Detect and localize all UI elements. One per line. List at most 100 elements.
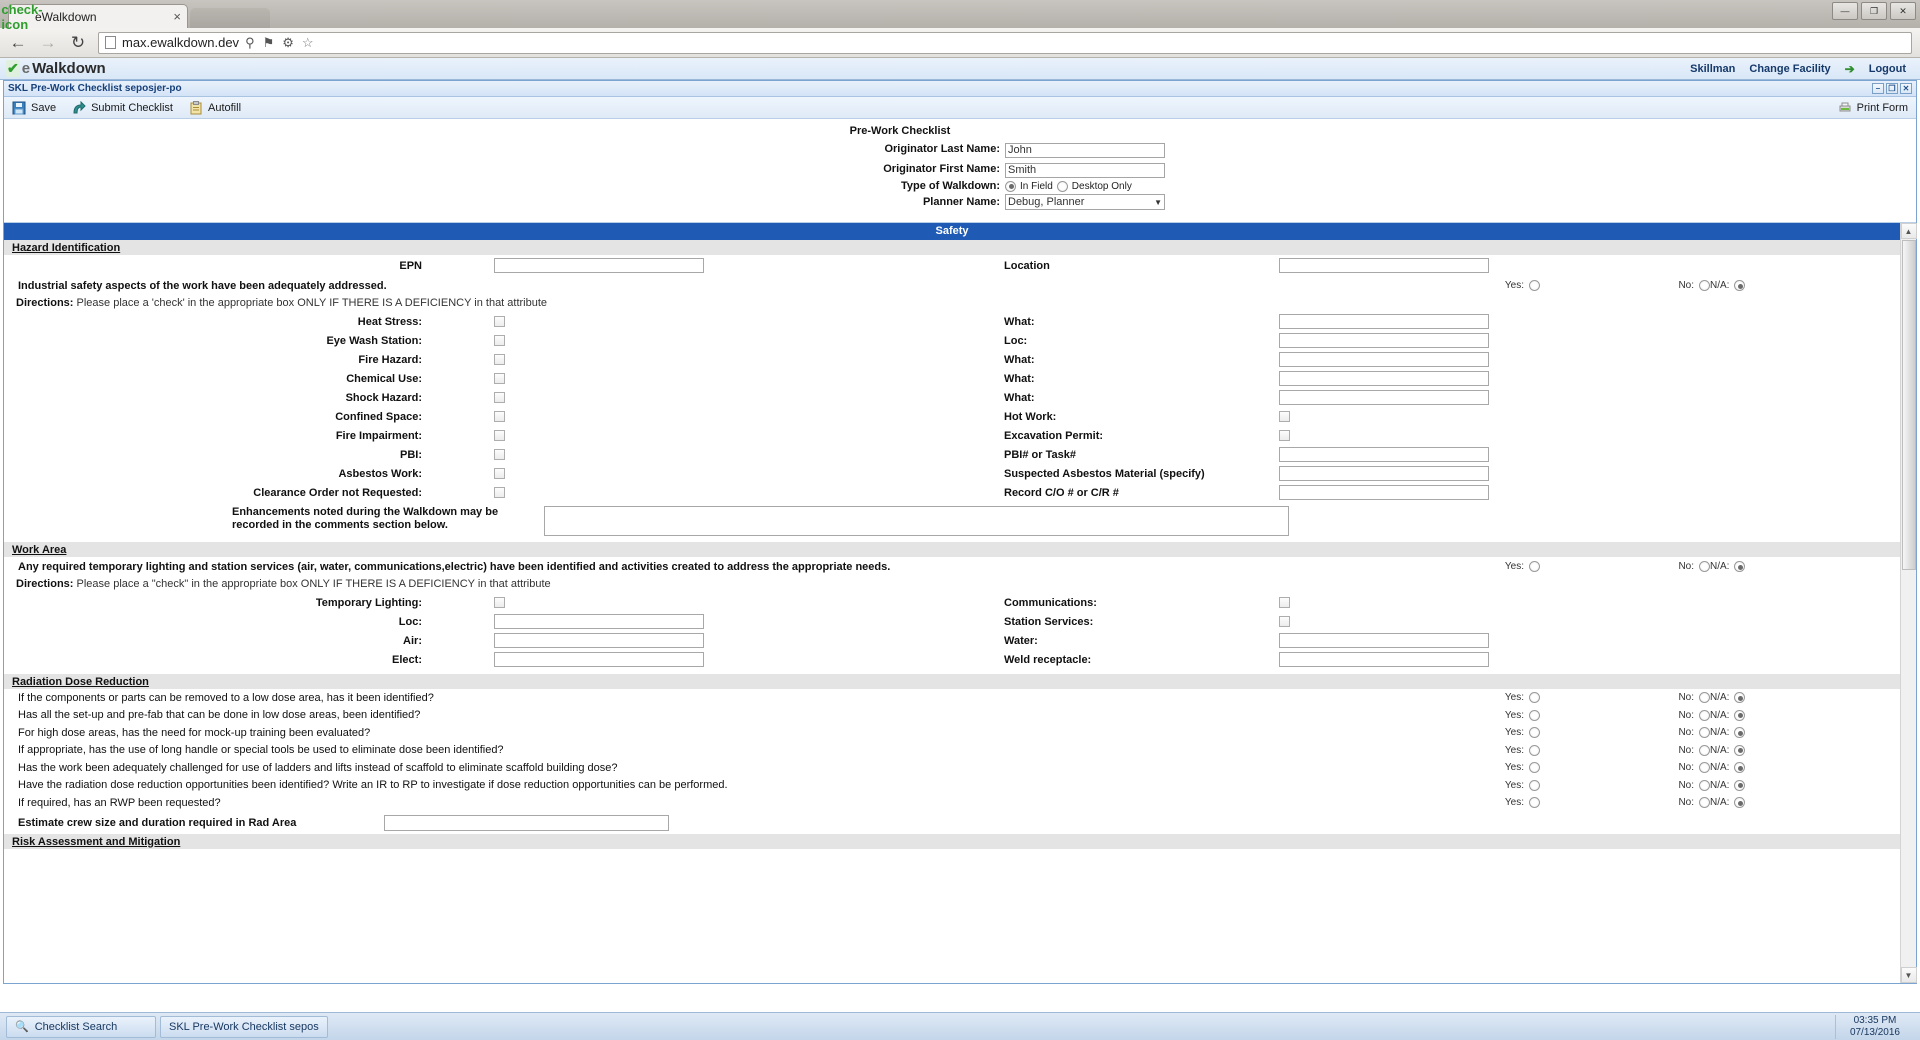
- radio-yes[interactable]: [1529, 709, 1540, 721]
- text-input-right[interactable]: [1279, 352, 1489, 367]
- radio-na[interactable]: [1734, 709, 1745, 721]
- search-icon[interactable]: ⚲: [245, 35, 255, 51]
- change-facility-link[interactable]: Change Facility: [1749, 63, 1830, 75]
- text-input-left[interactable]: [494, 633, 704, 648]
- radio-hazard-na[interactable]: [1734, 280, 1745, 291]
- radio-no[interactable]: [1699, 727, 1710, 739]
- taskbar-item-checklist[interactable]: SKL Pre-Work Checklist sepos: [160, 1015, 328, 1038]
- checkbox-left[interactable]: [494, 449, 505, 461]
- close-icon[interactable]: ✕: [1890, 2, 1916, 20]
- gear-icon[interactable]: ⚙: [282, 35, 294, 51]
- back-icon[interactable]: ←: [8, 33, 28, 53]
- maximize-icon[interactable]: ❐: [1861, 2, 1887, 20]
- radio-yes[interactable]: [1529, 727, 1540, 739]
- checkbox-left[interactable]: [494, 430, 505, 442]
- text-input-left[interactable]: [494, 652, 704, 667]
- radio-na[interactable]: [1734, 727, 1745, 739]
- location-label: Location: [1004, 259, 1050, 272]
- hazard-row: Clearance Order not Requested: Record C/O…: [4, 483, 1900, 502]
- radio-hazard-no[interactable]: [1699, 280, 1710, 291]
- flag-icon[interactable]: ⚑: [263, 35, 275, 51]
- checkbox-right[interactable]: [1279, 597, 1290, 609]
- checkbox-right[interactable]: [1279, 411, 1290, 423]
- radio-na[interactable]: [1734, 762, 1745, 774]
- print-form-button[interactable]: Print Form: [1838, 101, 1908, 115]
- radio-yes[interactable]: [1529, 779, 1540, 791]
- text-input-left[interactable]: [494, 614, 704, 629]
- close-icon[interactable]: ×: [173, 9, 181, 24]
- forward-icon[interactable]: →: [38, 33, 58, 53]
- vertical-scrollbar[interactable]: ▲ ▼: [1900, 223, 1917, 983]
- star-icon[interactable]: ☆: [302, 35, 314, 51]
- text-input-right[interactable]: [1279, 485, 1489, 500]
- radio-yes[interactable]: [1529, 744, 1540, 756]
- minimize-icon[interactable]: –: [1872, 83, 1884, 94]
- radio-na[interactable]: [1734, 744, 1745, 756]
- radio-hazard-yes[interactable]: [1529, 280, 1540, 291]
- submit-checklist-button[interactable]: Submit Checklist: [72, 100, 173, 115]
- text-input-right[interactable]: [1279, 633, 1489, 648]
- work-area-rows: Temporary Lighting: Communications: Loc: St…: [4, 593, 1900, 669]
- radio-desktop-only[interactable]: [1056, 180, 1068, 192]
- text-input-right[interactable]: [1279, 314, 1489, 329]
- new-tab-area[interactable]: [190, 8, 270, 28]
- radio-yes[interactable]: [1529, 762, 1540, 774]
- checkbox-left[interactable]: [494, 597, 505, 609]
- radio-na[interactable]: [1734, 797, 1745, 809]
- scrollbar-thumb[interactable]: [1901, 240, 1916, 570]
- planner-name-select[interactable]: Debug, Planner ▼: [1005, 194, 1165, 210]
- scroll-up-icon[interactable]: ▲: [1900, 223, 1917, 239]
- originator-last-input[interactable]: [1005, 142, 1165, 158]
- radio-work-area-no[interactable]: [1699, 561, 1710, 572]
- radio-no[interactable]: [1699, 709, 1710, 721]
- checkbox-left[interactable]: [494, 373, 505, 385]
- text-input-right[interactable]: [1279, 333, 1489, 348]
- checkbox-left[interactable]: [494, 411, 505, 423]
- checkbox-left[interactable]: [494, 487, 505, 499]
- radio-na[interactable]: [1734, 692, 1745, 704]
- browser-tab-ewalkdown[interactable]: check-icon eWalkdown ×: [1, 2, 188, 32]
- location-input[interactable]: [1279, 258, 1489, 273]
- epn-input[interactable]: [494, 258, 704, 273]
- work-area-row: Temporary Lighting: Communications:: [4, 593, 1900, 612]
- text-input-right[interactable]: [1279, 371, 1489, 386]
- radio-no[interactable]: [1699, 692, 1710, 704]
- work-area-left-label: Loc:: [398, 615, 422, 628]
- radiation-question-text: If the components or parts can be remove…: [18, 691, 434, 704]
- text-input-right[interactable]: [1279, 390, 1489, 405]
- radio-no[interactable]: [1699, 744, 1710, 756]
- checkbox-right[interactable]: [1279, 616, 1290, 628]
- address-bar[interactable]: max.ewalkdown.dev ⚲ ⚑ ⚙ ☆: [98, 31, 1912, 54]
- restore-icon[interactable]: ❐: [1886, 83, 1898, 94]
- checkbox-left[interactable]: [494, 392, 505, 404]
- minimize-icon[interactable]: —: [1832, 2, 1858, 20]
- close-icon[interactable]: ✕: [1900, 83, 1912, 94]
- text-input-right[interactable]: [1279, 652, 1489, 667]
- radio-no[interactable]: [1699, 779, 1710, 791]
- checkbox-right[interactable]: [1279, 430, 1290, 442]
- scroll-down-icon[interactable]: ▼: [1900, 967, 1917, 983]
- taskbar-item-checklist-search[interactable]: 🔍 Checklist Search: [6, 1015, 156, 1038]
- checkbox-left[interactable]: [494, 468, 505, 480]
- checkbox-left[interactable]: [494, 335, 505, 347]
- hazard-left-field: [434, 392, 734, 404]
- save-button[interactable]: Save: [12, 101, 56, 115]
- radio-in-field[interactable]: [1005, 180, 1016, 192]
- radio-no[interactable]: [1699, 797, 1710, 809]
- radio-work-area-yes[interactable]: [1529, 561, 1540, 572]
- radio-no[interactable]: [1699, 762, 1710, 774]
- text-input-right[interactable]: [1279, 466, 1489, 481]
- checkbox-left[interactable]: [494, 354, 505, 366]
- originator-first-input[interactable]: [1005, 162, 1165, 178]
- radio-work-area-na[interactable]: [1734, 561, 1745, 572]
- radio-na[interactable]: [1734, 779, 1745, 791]
- enhancements-input[interactable]: [544, 506, 1289, 536]
- checkbox-left[interactable]: [494, 316, 505, 328]
- reload-icon[interactable]: ↻: [68, 33, 88, 53]
- radio-yes[interactable]: [1529, 797, 1540, 809]
- radio-yes[interactable]: [1529, 692, 1540, 704]
- text-input-right[interactable]: [1279, 447, 1489, 462]
- estimate-crew-input[interactable]: [384, 814, 669, 831]
- logout-link[interactable]: Logout: [1869, 63, 1906, 75]
- autofill-button[interactable]: Autofill: [189, 100, 241, 115]
